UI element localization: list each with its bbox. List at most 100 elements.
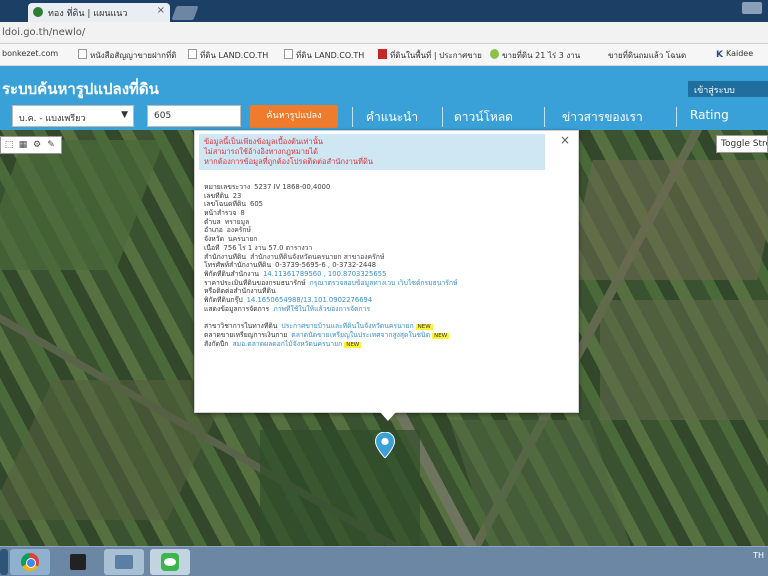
nav-rating[interactable]: Rating [690, 108, 729, 122]
detail-label: เนื้อที่ [204, 243, 220, 252]
gear-icon[interactable]: ⚙ [32, 140, 42, 150]
detail-row: เลขที่ดิน 23 [204, 192, 574, 201]
site-favicon-icon [33, 7, 43, 17]
parcel-number-input[interactable]: 605 [147, 105, 241, 127]
bookmark-red-icon [378, 49, 387, 59]
bookmark-item[interactable]: ขายที่ดินถมแล้ว โฉนด [608, 49, 686, 62]
nav-divider [544, 107, 545, 127]
detail-label: ราคาประเมินที่ดินของกรมธนารักษ์ [204, 278, 306, 287]
map-field [260, 430, 420, 546]
tab-title: ทอง ที่ดิน | แผนแนว [48, 9, 128, 19]
detail-row: ตำบล ทรายมูล [204, 218, 574, 227]
nav-divider [352, 107, 353, 127]
folder-taskbar-button[interactable] [104, 549, 144, 575]
browser-tab-active[interactable]: ทอง ที่ดิน | แผนแนว × [28, 3, 170, 22]
detail-label: สาขาวิชาการในทางที่ดิน [204, 322, 278, 331]
detail-label: โทรศัพท์สำนักงานที่ดิน [204, 261, 272, 270]
detail-label: หน้าสำรวจ [204, 209, 237, 218]
detail-row: จังหวัด นครนายก [204, 235, 574, 244]
district-select[interactable]: บ.ค. - แบงเพรียว ▼ [12, 105, 134, 127]
detail-label: พิกัดที่ดินสำนักงาน [204, 269, 260, 278]
browser-tab-strip: ทอง ที่ดิน | แผนแนว × [0, 0, 768, 22]
close-icon[interactable]: × [560, 133, 570, 147]
chrome-taskbar-button[interactable] [10, 549, 50, 575]
nav-download[interactable]: ดาวน์โหลด [454, 108, 513, 127]
map-field [449, 420, 631, 546]
media-taskbar-button[interactable] [58, 549, 98, 575]
system-tray[interactable]: TH [753, 550, 764, 561]
bookmark-item[interactable]: ขายที่ดิน 21 ไร่ 3 งาน [490, 49, 580, 62]
zoom-box-icon[interactable]: ⬚ [4, 140, 14, 150]
page-icon [284, 49, 293, 59]
link-row: ตลาดขายเหรียญการเงินกาย ตลาดนัดขายเหรียญใ… [204, 331, 574, 340]
line-taskbar-button[interactable] [150, 549, 190, 575]
detail-row: หน้าสำรวจ 8 [204, 209, 574, 218]
map-field [567, 160, 768, 280]
detail-label: อำเภอ [204, 226, 223, 235]
detail-link[interactable]: 14.11361789560 , 100.8703325655 [263, 270, 386, 278]
toggle-street-button[interactable]: Toggle Street [716, 135, 768, 153]
detail-link[interactable]: ภาพที่ใช้ในให้แล้วของการจัดการ [273, 305, 370, 313]
detail-link[interactable]: กรุณาตรวจสอบข้อมูลทางเวบ เว็บไซต์กรมธนาร… [310, 279, 458, 287]
detail-row: ราคาประเมินที่ดินของกรมธนารักษ์ กรุณาตรวจ… [204, 279, 574, 288]
bookmark-item[interactable]: ที่ดิน LAND.CO.TH [188, 49, 268, 62]
detail-label: หรือติดต่อสำนักงานที่ดิน [204, 287, 276, 296]
bookmark-item[interactable]: ที่ดิน LAND.CO.TH [284, 49, 364, 62]
detail-link[interactable]: สมอ.ตลาดผลดอกไม้จังหวัดนครนายก [232, 340, 342, 348]
login-button[interactable]: เข้าสู่ระบบ [688, 81, 768, 97]
address-bar[interactable]: ldoi.go.th/newlo/ [0, 22, 768, 44]
grid-icon[interactable]: ▦ [18, 140, 28, 150]
detail-link[interactable]: ประกาศขายบ้านและที่ดินในจังหวัดนครนายก [281, 322, 413, 330]
tray-language[interactable]: TH [753, 550, 764, 561]
bookmark-item[interactable]: bonkezet.com [2, 49, 58, 58]
detail-value: สำนักงานที่ดินจังหวัดนครนายก สาขาองครักษ… [250, 252, 385, 261]
detail-value: นครนายก [228, 235, 258, 244]
detail-link[interactable]: 14.1650654988/13.101.0902276694 [247, 296, 373, 304]
search-button[interactable]: ค้นหารูปแปลง [250, 105, 338, 128]
line-icon [161, 553, 179, 571]
detail-value: 756 ไร่ 1 งาน 57.0 ตารางวา [223, 243, 313, 252]
link-row: สาขาวิชาการในทางที่ดิน ประกาศขายบ้านและที… [204, 322, 574, 331]
bookmark-item[interactable]: ที่ดินในพื้นที่ | ประกาศขาย [378, 49, 482, 62]
app-header: ระบบค้นหารูปแปลงที่ดิน เข้าสู่ระบบ [0, 66, 768, 104]
kaidee-icon: K [716, 50, 723, 60]
detail-value: 605 [250, 200, 264, 209]
bookmark-green-icon [490, 49, 499, 59]
detail-label: พิกัดที่ดินกรุ๊ป [204, 295, 243, 304]
pencil-icon[interactable]: ✎ [46, 140, 56, 150]
chevron-down-icon: ▼ [121, 110, 128, 120]
nav-guide[interactable]: คำแนะนำ [366, 108, 418, 127]
folder-icon [115, 555, 133, 569]
map-field [600, 300, 768, 420]
detail-label: เลขที่ดิน [204, 191, 229, 200]
detail-value: 0-3739-5695-6 , 0-3732-2448 [275, 261, 377, 270]
window-control-icon[interactable] [742, 2, 762, 14]
disclaimer-line: ไม่สามารถใช้อ้างอิงทางกฎหมายได้ [204, 147, 319, 156]
nav-news[interactable]: ข่าวสารของเรา [562, 108, 643, 127]
detail-link[interactable]: ตลาดนัดขายเหรียญในประเทศจากสูงสุดในชนิด [291, 331, 430, 339]
detail-label: ตลาดขายเหรียญการเงินกาย [204, 331, 288, 339]
search-bar: บ.ค. - แบงเพรียว ▼ 605 ค้นหารูปแปลง คำแน… [0, 104, 768, 130]
detail-row: แสดงข้อมูลการจัดการ ภาพที่ใช้ในให้แล้วของ… [204, 305, 574, 314]
bookmark-item[interactable]: K Kaidee [716, 49, 753, 60]
detail-row: สำนักงานที่ดิน สำนักงานที่ดินจังหวัดนครนา… [204, 253, 574, 262]
new-tab-button[interactable] [171, 6, 199, 20]
nav-divider [442, 107, 443, 127]
media-icon [70, 554, 86, 570]
location-pin-icon[interactable] [375, 432, 395, 458]
detail-label: สำนักงานที่ดิน [204, 252, 247, 261]
detail-value: ทรายมูล [224, 217, 250, 226]
detail-value: 23 [232, 191, 242, 200]
new-badge: NEW [415, 324, 433, 331]
disclaimer-box: ข้อมูลนี้เป็นเพียงข้อมูลเบื้องต้นเท่านั้… [199, 134, 545, 170]
tab-close-icon[interactable]: × [157, 5, 165, 16]
url-text[interactable]: ldoi.go.th/newlo/ [2, 27, 85, 38]
disclaimer-line: ข้อมูลนี้เป็นเพียงข้อมูลเบื้องต้นเท่านั้… [204, 137, 323, 146]
detail-row: พิกัดที่ดินสำนักงาน 14.11361789560 , 100.… [204, 270, 574, 279]
detail-label: สังกัดปีก [204, 339, 229, 348]
bookmark-item[interactable]: หนังสือสัญญาขายฝากที่ดิ [78, 49, 176, 62]
bookmarks-bar: bonkezet.com หนังสือสัญญาขายฝากที่ดิ ที่… [0, 44, 768, 66]
detail-label: หมายเลขระวาง [204, 183, 251, 191]
start-button[interactable] [0, 549, 8, 575]
